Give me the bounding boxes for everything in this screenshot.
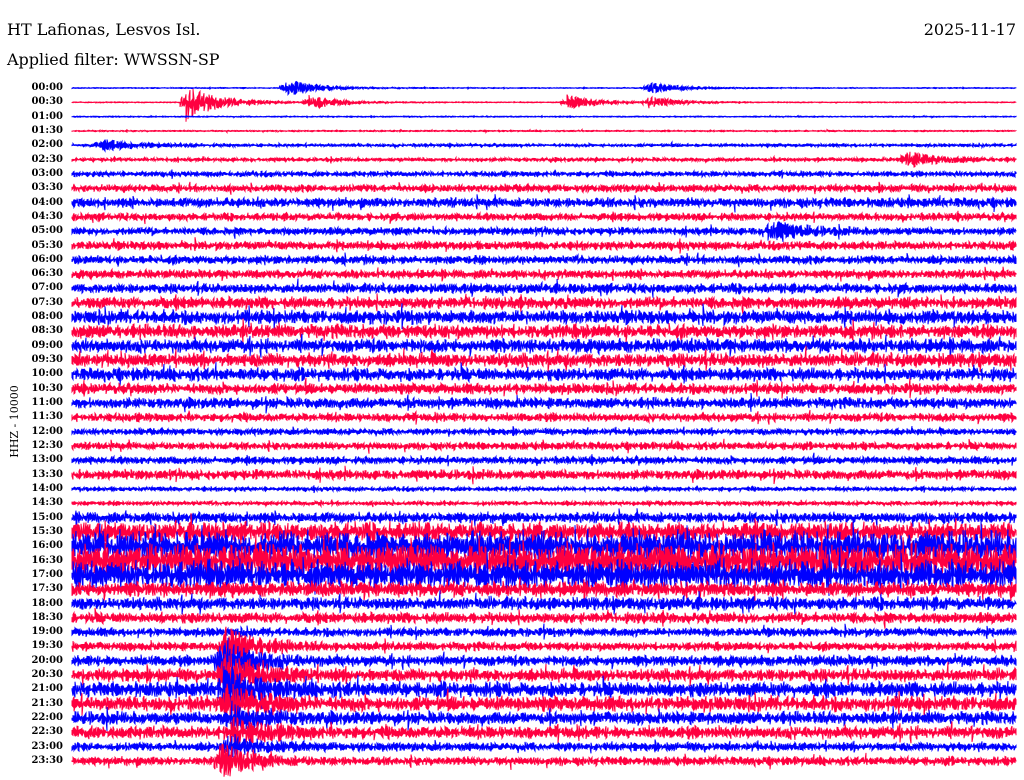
trace-1300 bbox=[71, 452, 1017, 467]
trace-0630 bbox=[71, 266, 1017, 282]
trace-0000 bbox=[71, 80, 1017, 96]
trace-0400 bbox=[71, 194, 1017, 213]
trace-0200 bbox=[71, 139, 1017, 153]
trace-1000 bbox=[71, 362, 1017, 387]
trace-0830 bbox=[71, 318, 1017, 343]
trace-1230 bbox=[71, 438, 1017, 454]
trace-0430 bbox=[71, 210, 1017, 225]
trace-0230 bbox=[71, 151, 1017, 168]
trace-1030 bbox=[71, 377, 1017, 399]
trace-0330 bbox=[71, 181, 1017, 195]
trace-0130 bbox=[71, 128, 1017, 134]
trace-1100 bbox=[71, 392, 1017, 414]
trace-0530 bbox=[71, 237, 1017, 254]
trace-0300 bbox=[71, 168, 1017, 180]
trace-1330 bbox=[71, 465, 1017, 485]
trace-0600 bbox=[71, 252, 1017, 268]
trace-0700 bbox=[71, 278, 1017, 298]
trace-1430 bbox=[71, 498, 1017, 509]
trace-0100 bbox=[71, 114, 1017, 119]
helicorder-plot bbox=[71, 80, 1017, 777]
trace-1900 bbox=[71, 623, 1017, 641]
trace-1200 bbox=[71, 426, 1017, 438]
trace-1400 bbox=[71, 484, 1017, 494]
trace-1130 bbox=[71, 409, 1017, 425]
trace-0500 bbox=[71, 220, 1017, 242]
